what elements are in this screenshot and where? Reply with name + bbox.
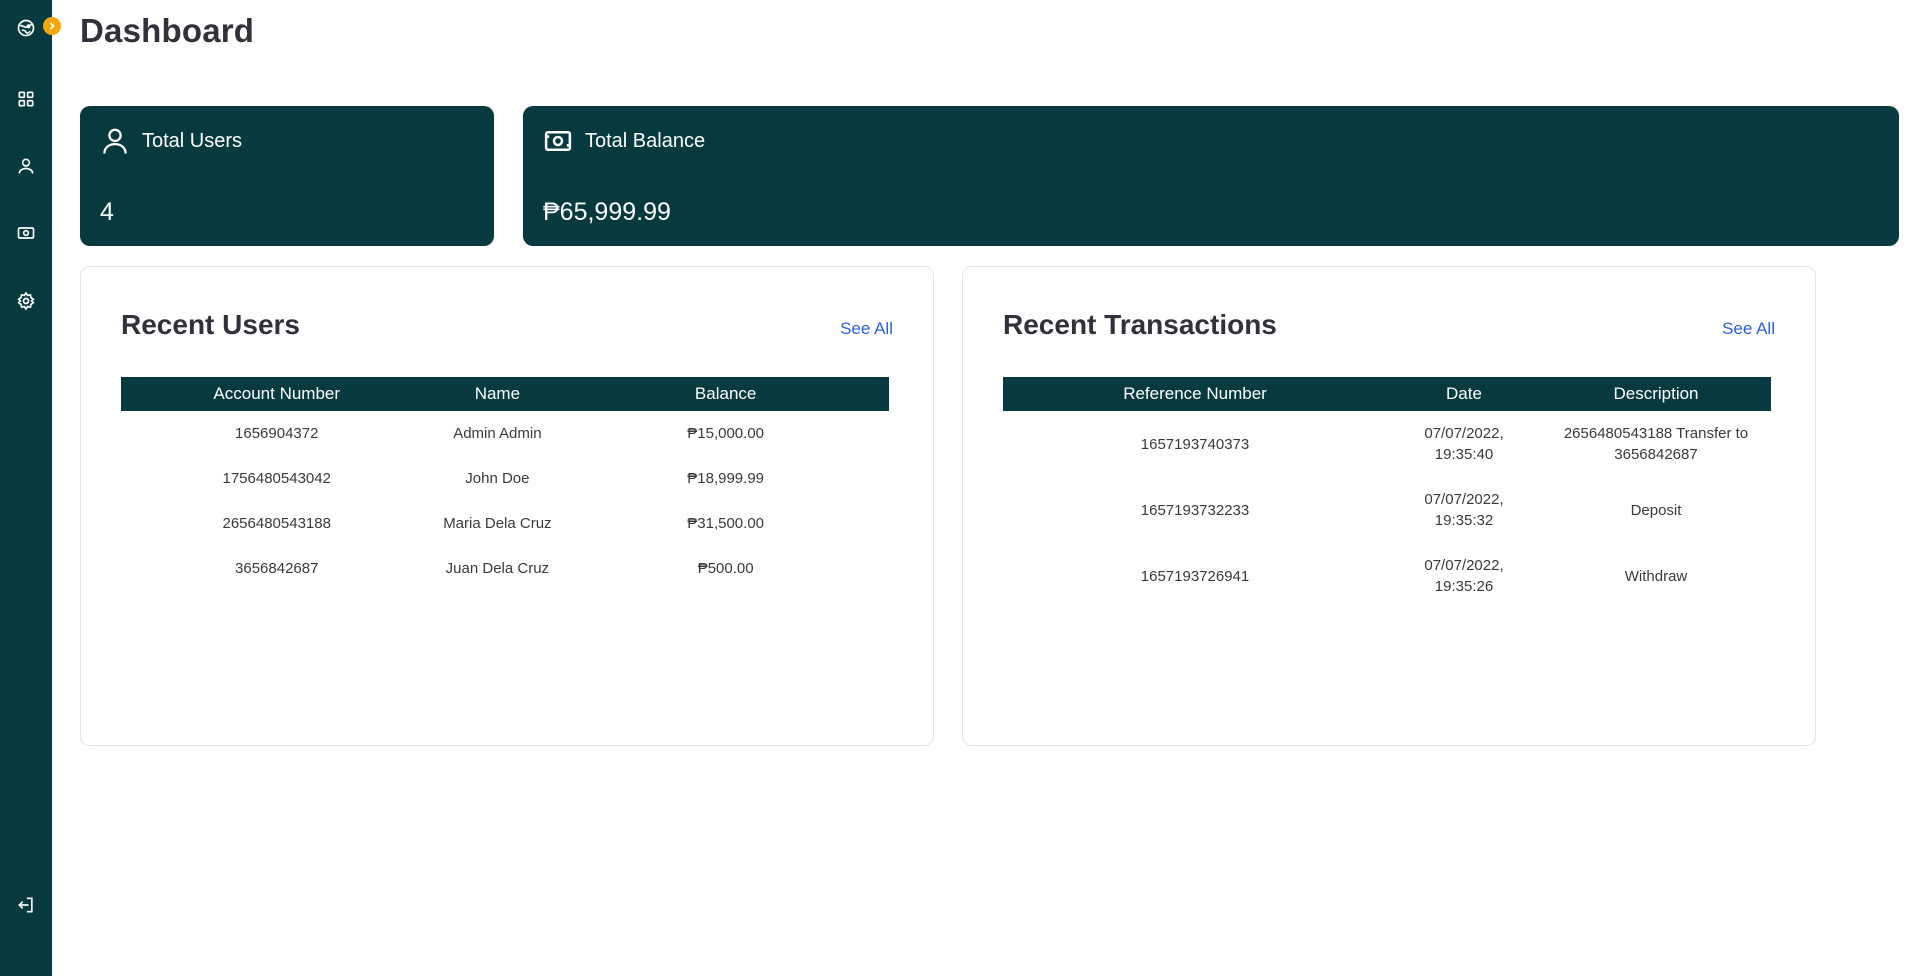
description-cell: Deposit [1630,501,1682,519]
recent-transactions-table: Reference Number Date Description 165719… [1003,377,1771,609]
account-number-cell: 1656904372 [235,425,319,442]
recent-users-table: Account Number Name Balance 1656904372 A… [121,377,889,591]
page-title: Dashboard [80,12,255,49]
description-cell: Withdraw [1624,567,1688,585]
account-number-cell: 2656480543188 [222,515,331,532]
table-row[interactable]: 2656480543188 Maria Dela Cruz ₱31,500.00 [121,501,889,546]
logout-icon[interactable] [15,894,37,916]
see-all-transactions-link[interactable]: See All [1722,319,1775,339]
column-header: Reference Number [1003,377,1387,411]
total-balance-value: ₱65,999.99 [543,198,671,226]
date-cell: 07/07/2022, 19:35:32 [1424,491,1504,529]
balance-cell: ₱15,000.00 [687,425,765,442]
recent-transactions-panel: Recent Transactions See All Reference Nu… [962,266,1816,746]
date-cell: 07/07/2022, 19:35:26 [1424,557,1504,595]
sidebar [0,0,61,976]
name-cell: John Doe [465,470,530,487]
table-row[interactable]: 1657193740373 07/07/2022, 19:35:40 26564… [1003,411,1771,477]
globe-coin-icon[interactable] [15,17,37,39]
reference-number-cell: 1657193726941 [1140,567,1250,585]
table-row[interactable]: 1657193726941 07/07/2022, 19:35:26 Withd… [1003,543,1771,609]
total-balance-card: Total Balance ₱65,999.99 [523,106,1899,246]
recent-users-panel: Recent Users See All Account Number Name… [80,266,934,746]
total-balance-label: Total Balance [585,129,706,152]
gear-icon[interactable] [15,290,37,312]
description-cell: 2656480543188 Transfer to 3656842687 [1563,425,1749,463]
grid-icon[interactable] [15,88,37,110]
balance-cell: ₱18,999.99 [687,470,765,487]
stat-header: Total Balance [543,126,705,156]
stat-header: Total Users [100,126,242,156]
total-users-card: Total Users 4 [80,106,494,246]
column-header: Date [1387,377,1541,411]
name-cell: Admin Admin [453,425,542,442]
account-number-cell: 1756480543042 [222,470,331,487]
column-header: Name [432,377,563,411]
total-users-value: 4 [100,198,114,226]
column-header: Description [1541,377,1771,411]
reference-number-cell: 1657193732233 [1140,501,1250,519]
reference-number-cell: 1657193740373 [1140,435,1250,453]
date-cell: 07/07/2022, 19:35:40 [1424,425,1504,463]
column-header: Balance [562,377,889,411]
table-header-row: Reference Number Date Description [1003,377,1771,411]
table-row[interactable]: 1756480543042 John Doe ₱18,999.99 [121,456,889,501]
chevron-right-icon [49,22,55,30]
name-cell: Juan Dela Cruz [445,560,550,577]
money-icon[interactable] [15,222,37,244]
name-cell: Maria Dela Cruz [443,515,552,532]
user-icon [103,128,127,154]
balance-cell: ₱500.00 [697,560,754,577]
recent-users-title: Recent Users [121,309,300,340]
user-icon[interactable] [15,155,37,177]
money-icon [544,131,572,151]
recent-transactions-title: Recent Transactions [1003,309,1277,340]
table-row[interactable]: 1657193732233 07/07/2022, 19:35:32 Depos… [1003,477,1771,543]
column-header: Account Number [121,377,433,411]
see-all-users-link[interactable]: See All [840,319,893,339]
total-users-label: Total Users [142,129,243,152]
sidebar-toggle-button[interactable] [43,17,61,35]
balance-cell: ₱31,500.00 [687,515,765,532]
table-row[interactable]: 1656904372 Admin Admin ₱15,000.00 [121,411,889,456]
table-header-row: Account Number Name Balance [121,377,889,411]
account-number-cell: 3656842687 [235,560,319,577]
table-row[interactable]: 3656842687 Juan Dela Cruz ₱500.00 [121,546,889,591]
